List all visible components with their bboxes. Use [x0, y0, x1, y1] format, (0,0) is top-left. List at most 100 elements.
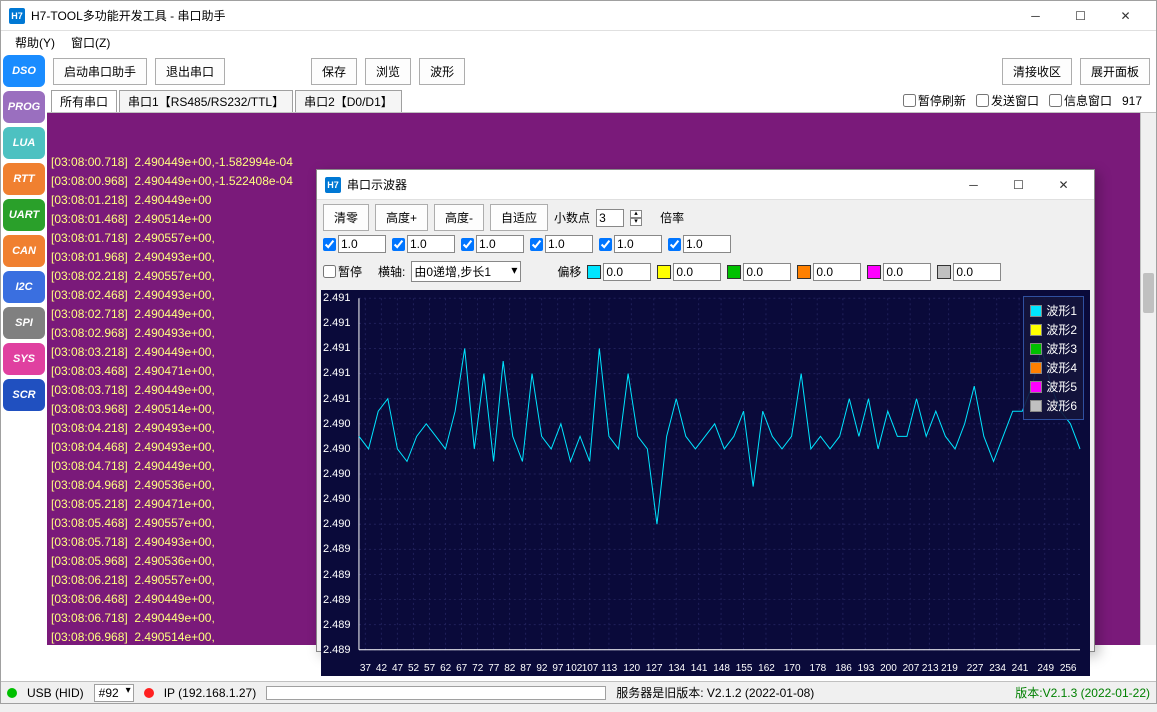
decimals-spinner[interactable]: ▴▾ [630, 210, 642, 226]
x-tick: 200 [880, 663, 897, 674]
x-tick: 102 [566, 663, 583, 674]
tab-port1[interactable]: 串口1【RS485/RS232/TTL】 [119, 90, 293, 112]
height-plus-button[interactable]: 高度+ [375, 204, 428, 231]
ch6-offset-input[interactable] [953, 263, 1001, 281]
pause-label: 暂停刷新 [918, 92, 966, 109]
ch1-offset-input[interactable] [603, 263, 651, 281]
ch1-mult-input[interactable] [338, 235, 386, 253]
x-tick: 82 [504, 663, 515, 674]
scrollbar-thumb[interactable] [1143, 273, 1154, 313]
menubar: 帮助(Y) 窗口(Z) [1, 31, 1156, 53]
clear-rx-button[interactable]: 清接收区 [1002, 58, 1072, 85]
legend-item-4[interactable]: 波形4 [1028, 358, 1079, 377]
toolbar: 启动串口助手 退出串口 保存 浏览 波形 清接收区 展开面板 [47, 53, 1156, 89]
menu-window[interactable]: 窗口(Z) [63, 32, 118, 53]
x-tick: 120 [623, 663, 640, 674]
pause-checkbox[interactable]: 暂停 [323, 263, 362, 280]
chart-area[interactable]: 波形1波形2波形3波形4波形5波形6 2.4912.4912.4912.4912… [321, 290, 1090, 676]
menu-help[interactable]: 帮助(Y) [7, 32, 63, 53]
sidebar-item-lua[interactable]: LUA [3, 127, 45, 159]
sidebar-item-i2c[interactable]: I2C [3, 271, 45, 303]
ch4-color-icon [797, 265, 811, 279]
ch5-mult-input[interactable] [614, 235, 662, 253]
checkbox-send-window[interactable]: 发送窗口 [976, 92, 1039, 109]
legend-item-5[interactable]: 波形5 [1028, 377, 1079, 396]
sidebar-item-prog[interactable]: PROG [3, 91, 45, 123]
ch2-enable[interactable] [392, 238, 405, 251]
ch1-enable[interactable] [323, 238, 336, 251]
expand-panel-button[interactable]: 展开面板 [1080, 58, 1150, 85]
x-tick: 241 [1012, 663, 1029, 674]
legend-item-1[interactable]: 波形1 [1028, 301, 1079, 320]
height-minus-button[interactable]: 高度- [434, 204, 484, 231]
ch5-enable[interactable] [599, 238, 612, 251]
checkbox-info-window[interactable]: 信息窗口 [1049, 92, 1112, 109]
x-tick: 72 [472, 663, 483, 674]
x-tick: 162 [758, 663, 775, 674]
scope-titlebar: H7 串口示波器 ─ ☐ ✕ [317, 170, 1094, 200]
ch4-offset-input[interactable] [813, 263, 861, 281]
legend-item-6[interactable]: 波形6 [1028, 396, 1079, 415]
ch6-color-icon [937, 265, 951, 279]
ch2-offset-input[interactable] [673, 263, 721, 281]
tab-port2[interactable]: 串口2【D0/D1】 [295, 90, 402, 112]
ch3-enable[interactable] [461, 238, 474, 251]
rx-count: 917 [1122, 94, 1142, 108]
offset-label: 偏移 [557, 263, 581, 280]
ch6-enable[interactable] [668, 238, 681, 251]
xaxis-select[interactable]: 由0递增,步长1 [411, 261, 521, 282]
legend-item-3[interactable]: 波形3 [1028, 339, 1079, 358]
device-select[interactable]: #92 [94, 684, 134, 702]
ch4-mult-input[interactable] [545, 235, 593, 253]
tab-all[interactable]: 所有串口 [51, 90, 117, 112]
x-tick: 178 [810, 663, 827, 674]
close-button[interactable]: ✕ [1103, 1, 1148, 31]
scope-icon: H7 [325, 177, 341, 193]
wave-button[interactable]: 波形 [419, 58, 465, 85]
scope-minimize-button[interactable]: ─ [951, 170, 996, 200]
ch5-color-icon [867, 265, 881, 279]
console-scrollbar[interactable] [1140, 113, 1156, 645]
browse-button[interactable]: 浏览 [365, 58, 411, 85]
autofit-button[interactable]: 自适应 [490, 204, 548, 231]
sidebar-item-dso[interactable]: DSO [3, 55, 45, 87]
usb-status-icon [7, 688, 17, 698]
legend-color-icon [1030, 400, 1042, 412]
x-tick: 234 [989, 663, 1006, 674]
ch4-enable[interactable] [530, 238, 543, 251]
open-serial-button[interactable]: 启动串口助手 [53, 58, 147, 85]
x-tick: 219 [941, 663, 958, 674]
ch6-mult-input[interactable] [683, 235, 731, 253]
sidebar-item-scr[interactable]: SCR [3, 379, 45, 411]
sidebar-item-uart[interactable]: UART [3, 199, 45, 231]
y-tick: 2.490 [323, 443, 351, 455]
clear-button[interactable]: 清零 [323, 204, 369, 231]
exit-serial-button[interactable]: 退出串口 [155, 58, 225, 85]
mult-label: 倍率 [660, 209, 684, 226]
sidebar-item-spi[interactable]: SPI [3, 307, 45, 339]
ch5-offset-input[interactable] [883, 263, 931, 281]
y-tick: 2.489 [323, 594, 351, 606]
legend-label: 波形1 [1046, 302, 1077, 319]
ch3-mult-input[interactable] [476, 235, 524, 253]
legend-color-icon [1030, 381, 1042, 393]
sidebar-item-can[interactable]: CAN [3, 235, 45, 267]
x-tick: 249 [1037, 663, 1054, 674]
legend-label: 波形2 [1046, 321, 1077, 338]
save-button[interactable]: 保存 [311, 58, 357, 85]
checkbox-pause-refresh[interactable]: 暂停刷新 [903, 92, 966, 109]
sidebar-item-rtt[interactable]: RTT [3, 163, 45, 195]
minimize-button[interactable]: ─ [1013, 1, 1058, 31]
window-title: H7-TOOL多功能开发工具 - 串口助手 [31, 7, 1013, 24]
decimals-input[interactable] [596, 209, 624, 227]
ch2-mult-input[interactable] [407, 235, 455, 253]
scope-close-button[interactable]: ✕ [1041, 170, 1086, 200]
ch3-offset-input[interactable] [743, 263, 791, 281]
send-win-label: 发送窗口 [991, 92, 1039, 109]
maximize-button[interactable]: ☐ [1058, 1, 1103, 31]
legend-label: 波形6 [1046, 397, 1077, 414]
legend-item-2[interactable]: 波形2 [1028, 320, 1079, 339]
sidebar-item-sys[interactable]: SYS [3, 343, 45, 375]
y-tick: 2.490 [323, 493, 351, 505]
scope-maximize-button[interactable]: ☐ [996, 170, 1041, 200]
